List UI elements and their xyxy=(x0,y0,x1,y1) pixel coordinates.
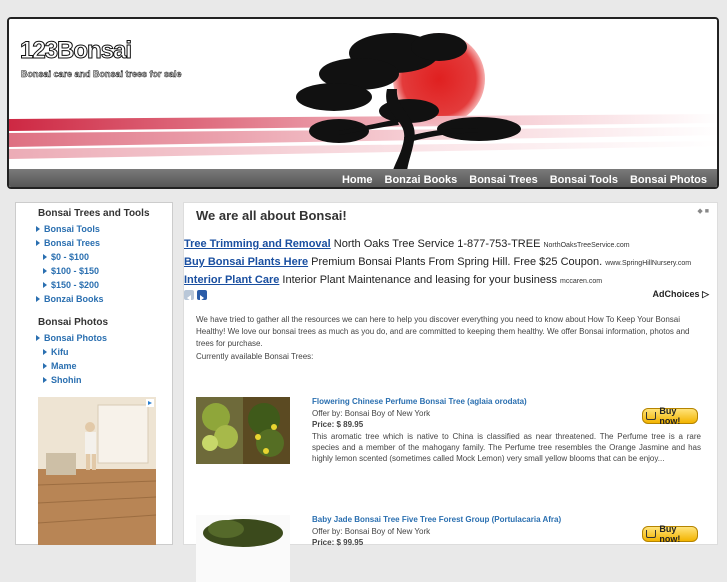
sidebar-item-label: $0 - $100 xyxy=(51,252,90,262)
buy-now-button[interactable]: Buy now! xyxy=(642,524,698,544)
sidebar-item-label: Bonzai Books xyxy=(44,294,104,304)
sidebar-item-bonsai-photos[interactable]: Bonsai Photos xyxy=(36,333,107,343)
sidebar-item-bonzai-books[interactable]: Bonzai Books xyxy=(36,294,104,304)
bullet-icon xyxy=(36,335,40,341)
bullet-icon xyxy=(36,240,40,246)
ad-text: Premium Bonsai Plants From Spring Hill. … xyxy=(311,256,603,268)
intro-paragraph: We have tried to gather all the resource… xyxy=(196,315,690,348)
sidebar-item-label: Shohin xyxy=(51,375,82,385)
text-ad-1[interactable]: Tree Trimming and Removal North Oaks Tre… xyxy=(184,238,630,250)
ad-url[interactable]: www.SpringHillNursery.com xyxy=(605,260,691,267)
sidebar-heading-photos: Bonsai Photos xyxy=(38,317,109,328)
sidebar-item-label: Bonsai Trees xyxy=(44,238,101,248)
product-price: Price: $ 99.95 xyxy=(312,538,364,547)
sidebar-item-price-100-150[interactable]: $100 - $150 xyxy=(43,266,99,276)
bullet-icon xyxy=(43,254,47,260)
adchoices-label: AdChoices xyxy=(652,289,700,299)
sidebar-item-kifu[interactable]: Kifu xyxy=(43,347,69,357)
panel-controls[interactable]: ◆ ■ xyxy=(697,207,709,215)
nav-bonzai-books[interactable]: Bonzai Books xyxy=(379,172,464,187)
bullet-icon xyxy=(43,282,47,288)
ad-url[interactable]: mccaren.com xyxy=(560,278,602,285)
sidebar-item-label: Bonsai Photos xyxy=(44,333,108,343)
product-title-link[interactable]: Baby Jade Bonsai Tree Five Tree Forest G… xyxy=(312,515,561,524)
ad-text: North Oaks Tree Service 1-877-753-TREE xyxy=(333,238,541,250)
sidebar-item-bonsai-tools[interactable]: Bonsai Tools xyxy=(36,224,100,234)
bullet-icon xyxy=(43,268,47,274)
flooring-ad-image xyxy=(38,397,156,545)
site-header: 123Bonsai Bonsai care and Bonsai trees f… xyxy=(7,17,719,189)
product-image[interactable] xyxy=(196,515,290,582)
product-description: This aromatic tree which is native to Ch… xyxy=(312,432,701,463)
sidebar-item-mame[interactable]: Mame xyxy=(43,361,77,371)
buy-now-button[interactable]: Buy now! xyxy=(642,406,698,426)
product-image[interactable] xyxy=(196,397,290,464)
available-trees-label: Currently available Bonsai Trees: xyxy=(196,352,314,361)
ad-prev-arrow-icon[interactable] xyxy=(184,290,194,301)
product-offer: Offer by: Bonsai Boy of New York xyxy=(312,409,431,418)
sidebar-item-label: $100 - $150 xyxy=(51,266,100,276)
product-item: Flowering Chinese Perfume Bonsai Tree (a… xyxy=(196,397,708,477)
sidebar-item-shohin[interactable]: Shohin xyxy=(43,375,82,385)
sidebar-item-label: $150 - $200 xyxy=(51,280,100,290)
nav-home[interactable]: Home xyxy=(336,172,379,187)
collapse-icon[interactable]: ◆ xyxy=(697,208,702,215)
sidebar-item-bonsai-trees[interactable]: Bonsai Trees xyxy=(36,238,100,248)
site-tagline: Bonsai care and Bonsai trees for sale xyxy=(21,69,182,80)
buy-now-label: Buy now! xyxy=(659,406,681,426)
nav-bonsai-tools[interactable]: Bonsai Tools xyxy=(544,172,624,187)
bullet-icon xyxy=(43,363,47,369)
ad-text: Interior Plant Maintenance and leasing f… xyxy=(282,274,557,286)
text-ad-2[interactable]: Buy Bonsai Plants Here Premium Bonsai Pl… xyxy=(184,256,691,268)
bullet-icon xyxy=(43,349,47,355)
cart-icon xyxy=(646,412,657,420)
product-title-link[interactable]: Flowering Chinese Perfume Bonsai Tree (a… xyxy=(312,397,527,406)
product-item: Baby Jade Bonsai Tree Five Tree Forest G… xyxy=(196,515,708,582)
buy-now-label: Buy now! xyxy=(659,524,681,544)
product-price: Price: $ 89.95 xyxy=(312,420,364,429)
ad-next-arrow-icon[interactable] xyxy=(197,290,207,301)
sidebar-item-price-0-100[interactable]: $0 - $100 xyxy=(43,252,89,262)
cart-icon xyxy=(646,530,657,538)
ad-url[interactable]: NorthOaksTreeService.com xyxy=(543,242,629,249)
site-title[interactable]: 123Bonsai xyxy=(19,37,132,65)
sidebar-item-price-150-200[interactable]: $150 - $200 xyxy=(43,280,99,290)
nav-bonsai-trees[interactable]: Bonsai Trees xyxy=(463,172,543,187)
ad-link[interactable]: Interior Plant Care xyxy=(184,274,279,286)
adchoices-icon: ▷ xyxy=(702,289,709,299)
page-title: We are all about Bonsai! xyxy=(196,208,347,223)
sidebar-heading-trees-tools: Bonsai Trees and Tools xyxy=(38,208,150,219)
sidebar-item-label: Bonsai Tools xyxy=(44,224,100,234)
close-icon[interactable]: ■ xyxy=(705,208,709,215)
adchoices-link[interactable]: AdChoices ▷ xyxy=(653,289,709,300)
bullet-icon xyxy=(36,226,40,232)
nav-bonsai-photos[interactable]: Bonsai Photos xyxy=(624,172,713,187)
main-nav: Home Bonzai Books Bonsai Trees Bonsai To… xyxy=(336,172,713,187)
sidebar-ad-banner[interactable] xyxy=(38,397,156,545)
sidebar-item-label: Kifu xyxy=(51,347,69,357)
text-ad-3[interactable]: Interior Plant Care Interior Plant Maint… xyxy=(184,274,602,286)
bullet-icon xyxy=(43,377,47,383)
main-content: We are all about Bonsai! ◆ ■ Tree Trimmi… xyxy=(183,202,718,582)
ad-link[interactable]: Tree Trimming and Removal xyxy=(184,238,331,250)
sidebar: Bonsai Trees and Tools Bonsai Tools Bons… xyxy=(15,202,173,545)
sidebar-item-label: Mame xyxy=(51,361,77,371)
ad-link[interactable]: Buy Bonsai Plants Here xyxy=(184,256,308,268)
bullet-icon xyxy=(36,296,40,302)
product-offer: Offer by: Bonsai Boy of New York xyxy=(312,527,431,536)
